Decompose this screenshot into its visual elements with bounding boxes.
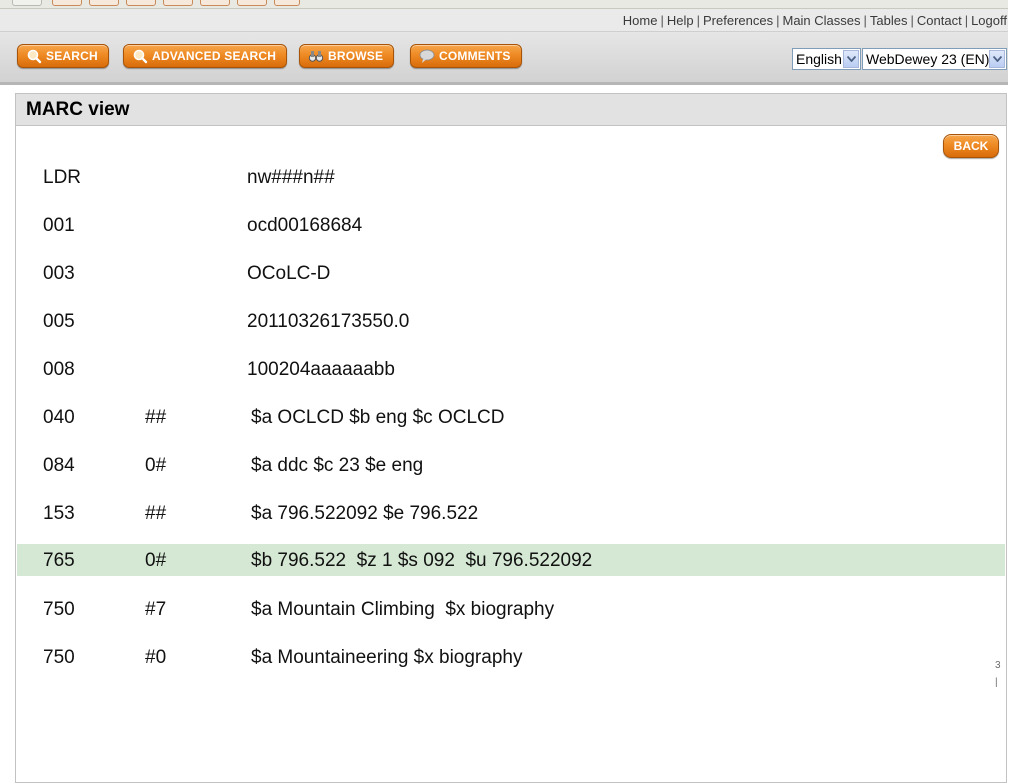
marc-field-row: 001 ocd00168684 [17, 210, 1005, 242]
comments-button[interactable]: Comments [410, 44, 522, 68]
marc-tag: 003 [43, 263, 75, 284]
link-separator: | [776, 13, 780, 28]
magnifier-icon [132, 48, 148, 64]
marc-value: $a ddc $c 23 $e eng [251, 455, 424, 476]
browser-tab[interactable] [12, 0, 42, 6]
marc-field-row-highlighted: 765 0# $b 796.522 $z 1 $s 092 $u 796.522… [17, 544, 1005, 576]
marc-indicators: #7 [145, 599, 167, 620]
advanced-search-button-label: Advanced Search [152, 49, 277, 63]
browse-button[interactable]: Browse [299, 44, 395, 68]
browser-tab[interactable] [89, 0, 119, 6]
back-button-label: Back [953, 139, 989, 153]
marc-view-panel: MARC view Back LDR nw###n## 001 ocd00168… [15, 93, 1007, 783]
marc-field-row: 005 20110326173550.0 [17, 306, 1005, 338]
browser-tab[interactable] [52, 0, 82, 6]
main-classes-link[interactable]: Main Classes [782, 13, 860, 28]
logoff-link[interactable]: Logoff [971, 13, 1007, 28]
marc-field-row: 084 0# $a ddc $c 23 $e eng [17, 450, 1005, 482]
marc-tag: 084 [43, 455, 75, 476]
marc-indicators: ## [145, 407, 167, 428]
edge-fragment-text: 3 [995, 660, 1001, 671]
marc-field-row: 153 ## $a 796.522092 $e 796.522 [17, 498, 1005, 530]
marc-tag: 750 [43, 599, 75, 620]
marc-value: $a 796.522092 $e 796.522 [251, 503, 479, 524]
browse-button-label: Browse [328, 49, 384, 63]
marc-tag: 765 [43, 550, 75, 571]
marc-field-row: 750 #0 $a Mountaineering $x biography [17, 642, 1005, 674]
marc-tag: 750 [43, 647, 75, 668]
link-separator: | [964, 13, 969, 28]
marc-indicators: 0# [145, 550, 167, 571]
browser-tab[interactable] [163, 0, 193, 6]
binoculars-icon [308, 48, 324, 64]
marc-tag: 153 [43, 503, 75, 524]
marc-field-row: 003 OCoLC-D [17, 258, 1005, 290]
right-edge-background [1008, 0, 1024, 768]
chevron-down-icon[interactable] [843, 50, 859, 68]
search-button-label: Search [46, 49, 98, 63]
marc-field-row: 040 ## $a OCLCD $b eng $c OCLCD [17, 402, 1005, 434]
help-link[interactable]: Help [667, 13, 694, 28]
link-separator: | [863, 13, 867, 28]
header-links: Home | Help | Preferences | Main Classes | Table… [623, 13, 1007, 28]
marc-field-row: 750 #7 $a Mountain Climbing $x biography [17, 594, 1005, 626]
link-separator: | [910, 13, 914, 28]
browser-tab[interactable] [200, 0, 230, 6]
language-select-value: English [796, 51, 842, 67]
home-link[interactable]: Home [623, 13, 658, 28]
marc-value: $a Mountain Climbing $x biography [251, 599, 555, 620]
preferences-link[interactable]: Preferences [703, 13, 773, 28]
marc-indicators: 0# [145, 455, 167, 476]
marc-indicators: #0 [145, 647, 167, 668]
magnifier-icon [26, 48, 42, 64]
marc-field-row: LDR nw###n## [17, 162, 1005, 194]
edition-select[interactable]: WebDewey 23 (EN) [862, 48, 1007, 70]
language-select[interactable]: English [792, 48, 861, 70]
marc-tag: 040 [43, 407, 75, 428]
marc-tag: LDR [43, 167, 82, 188]
marc-value: $a Mountaineering $x biography [251, 647, 523, 668]
browser-tab[interactable] [274, 0, 300, 6]
marc-tag: 001 [43, 215, 75, 236]
marc-tag: 005 [43, 311, 75, 332]
browser-tab[interactable] [237, 0, 267, 6]
edge-fragment-text: | [995, 677, 998, 688]
browser-tab-strip [0, 0, 1024, 9]
marc-tag: 008 [43, 359, 75, 380]
link-separator: | [696, 13, 700, 28]
speech-bubble-icon [419, 48, 435, 64]
marc-value: 100204aaaaaabb [247, 359, 395, 380]
comments-button-label: Comments [439, 49, 511, 63]
edition-select-value: WebDewey 23 (EN) [866, 51, 990, 67]
browser-tab[interactable] [126, 0, 156, 6]
marc-value: $b 796.522 $z 1 $s 092 $u 796.522092 [251, 550, 593, 571]
panel-title: MARC view [16, 94, 1006, 126]
link-separator: | [660, 13, 664, 28]
chevron-down-icon[interactable] [989, 50, 1005, 68]
marc-value: $a OCLCD $b eng $c OCLCD [251, 407, 505, 428]
advanced-search-button[interactable]: Advanced Search [123, 44, 288, 68]
search-button[interactable]: Search [17, 44, 109, 68]
marc-value: OCoLC-D [247, 263, 331, 284]
marc-value: 20110326173550.0 [247, 311, 410, 332]
marc-field-row: 008 100204aaaaaabb [17, 354, 1005, 386]
contact-link[interactable]: Contact [917, 13, 962, 28]
back-button[interactable]: Back [943, 134, 999, 158]
marc-indicators: ## [145, 503, 167, 524]
marc-value: ocd00168684 [247, 215, 363, 236]
header-links-bar: Home | Help | Preferences | Main Classes | Table… [0, 9, 1024, 32]
marc-value: nw###n## [247, 167, 335, 188]
tables-link[interactable]: Tables [870, 13, 908, 28]
